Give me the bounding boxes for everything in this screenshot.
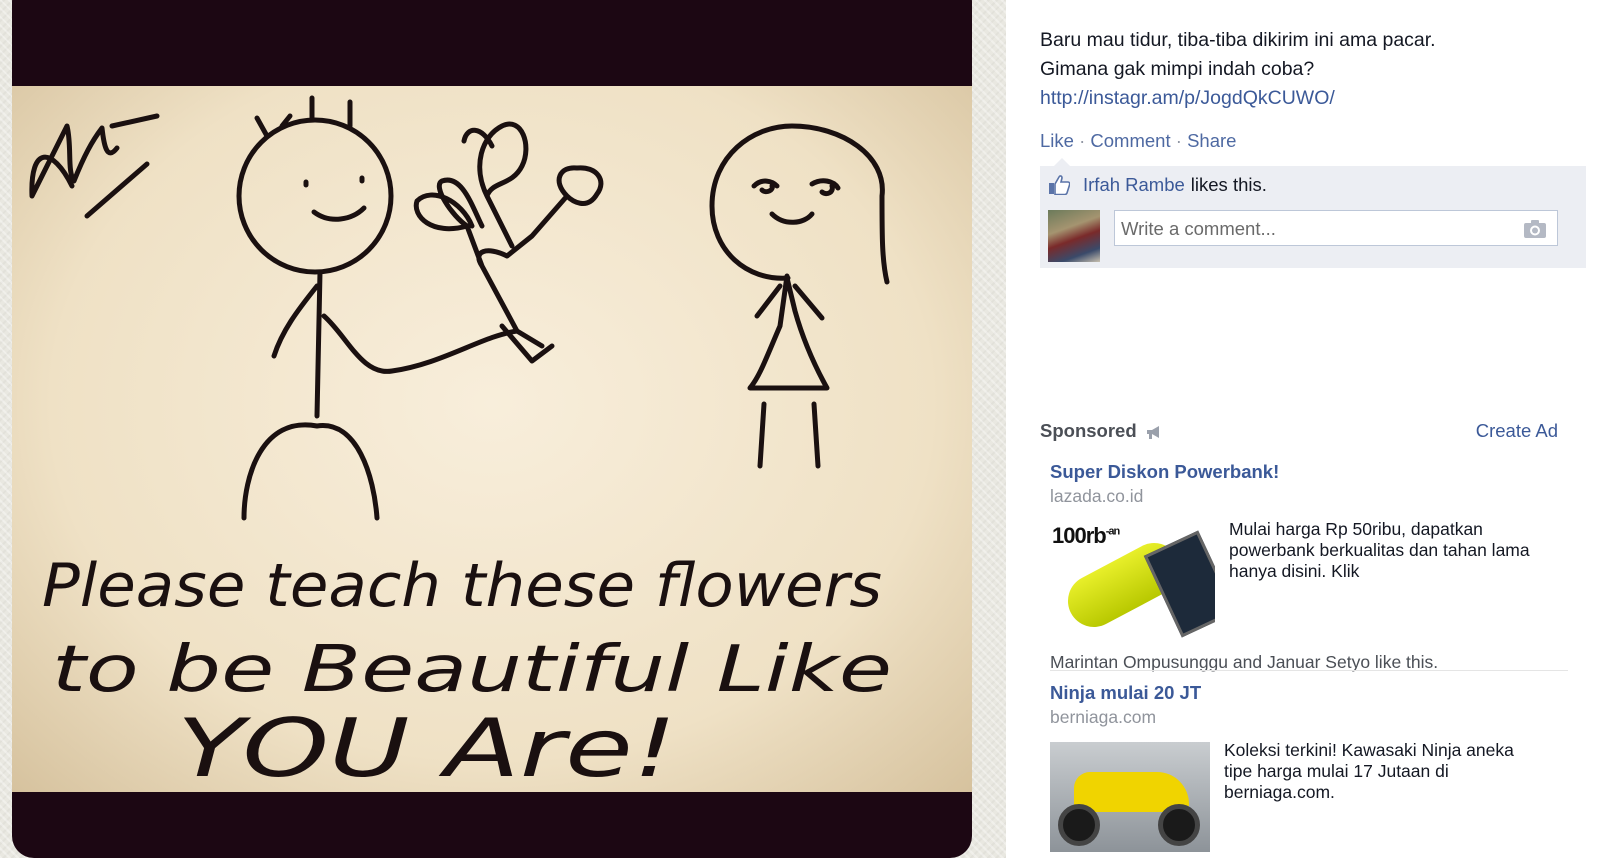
ad-powerbank[interactable]: Super Diskon Powerbank! lazada.co.id 100…: [1050, 461, 1568, 673]
ad-domain: lazada.co.id: [1050, 486, 1144, 506]
drawing-text-line1: Please teach these flowers: [42, 551, 882, 621]
stick-figure-drawing: Please teach these flowers to be Beautif…: [29, 95, 892, 792]
ad-body: Koleksi terkini! Kawasaki Ninja aneka ti…: [1050, 740, 1568, 852]
avatar[interactable]: [1048, 210, 1100, 262]
liker-name[interactable]: Irfah Rambe: [1083, 174, 1185, 196]
ad-body: 100rb-an Mulai harga Rp 50ribu, dapatkan…: [1050, 519, 1568, 638]
caption-line-1: Baru mau tidur, tiba-tiba dikirim ini am…: [1040, 29, 1436, 51]
likes-suffix: likes this.: [1190, 174, 1267, 195]
likes-sentence: Irfah Rambe likes this.: [1048, 174, 1267, 196]
drawing-text-line3: YOU Are!: [177, 702, 677, 792]
feedback-box: Irfah Rambe likes this. Write a comment.…: [1040, 158, 1586, 268]
girl-hair: [709, 123, 890, 285]
photo-sidebar: Baru mau tidur, tiba-tiba dikirim ini am…: [1006, 0, 1600, 858]
comment-composer: Write a comment...: [1048, 210, 1558, 262]
ad-title[interactable]: Super Diskon Powerbank!: [1050, 461, 1568, 483]
ad-image-motorcycle[interactable]: [1050, 742, 1210, 852]
photo-frame[interactable]: Please teach these flowers to be Beautif…: [12, 0, 972, 858]
ad-divider: [1050, 670, 1568, 671]
post-caption: Baru mau tidur, tiba-tiba dikirim ini am…: [1040, 26, 1580, 113]
comment-input[interactable]: Write a comment...: [1114, 210, 1558, 246]
ad-image-price-suffix: -an: [1105, 525, 1120, 538]
flower-bouquet: [413, 121, 604, 364]
ad-ninja[interactable]: Ninja mulai 20 JT berniaga.com Koleksi t…: [1050, 682, 1568, 852]
action-separator: ·: [1175, 130, 1182, 151]
photo-viewer-background: Please teach these flowers to be Beautif…: [0, 0, 1006, 858]
ad-description: Koleksi terkini! Kawasaki Ninja aneka ti…: [1224, 740, 1514, 802]
ad-image-powerbank[interactable]: 100rb-an: [1050, 521, 1215, 638]
motorcycle-wheel-front: [1058, 804, 1100, 846]
camera-icon[interactable]: [1523, 219, 1547, 239]
instagram-link[interactable]: http://instagr.am/p/JogdQkCUWO/: [1040, 84, 1580, 113]
share-link[interactable]: Share: [1187, 130, 1236, 151]
caption-line-2: Gimana gak mimpi indah coba?: [1040, 58, 1315, 80]
drawing-text-line2: to be Beautiful Like: [52, 633, 892, 707]
signature-scribble: [29, 113, 160, 219]
boy-head: [236, 117, 394, 275]
post-actions: Like · Comment · Share: [1040, 130, 1236, 152]
comment-link[interactable]: Comment: [1090, 130, 1170, 151]
create-ad-link[interactable]: Create Ad: [1476, 420, 1558, 442]
sponsored-heading: Sponsored: [1040, 420, 1137, 441]
ad-image-price-text: 100rb-an: [1052, 523, 1120, 549]
ad-image-price: 100rb: [1052, 523, 1107, 548]
motorcycle-wheel-rear: [1158, 804, 1200, 846]
ad-domain: berniaga.com: [1050, 707, 1157, 727]
megaphone-icon: [1145, 423, 1163, 439]
photo-drawing: Please teach these flowers to be Beautif…: [12, 86, 972, 792]
comment-placeholder: Write a comment...: [1121, 218, 1276, 239]
like-link[interactable]: Like: [1040, 130, 1074, 151]
ad-description: Mulai harga Rp 50ribu, dapatkan powerban…: [1229, 519, 1530, 581]
girl-body: [747, 273, 830, 469]
sponsored-header: Sponsored Create Ad: [1040, 420, 1558, 442]
thumbs-up-icon: [1048, 175, 1071, 196]
boy-body: [241, 269, 520, 521]
ad-title[interactable]: Ninja mulai 20 JT: [1050, 682, 1568, 704]
action-separator: ·: [1079, 130, 1086, 151]
